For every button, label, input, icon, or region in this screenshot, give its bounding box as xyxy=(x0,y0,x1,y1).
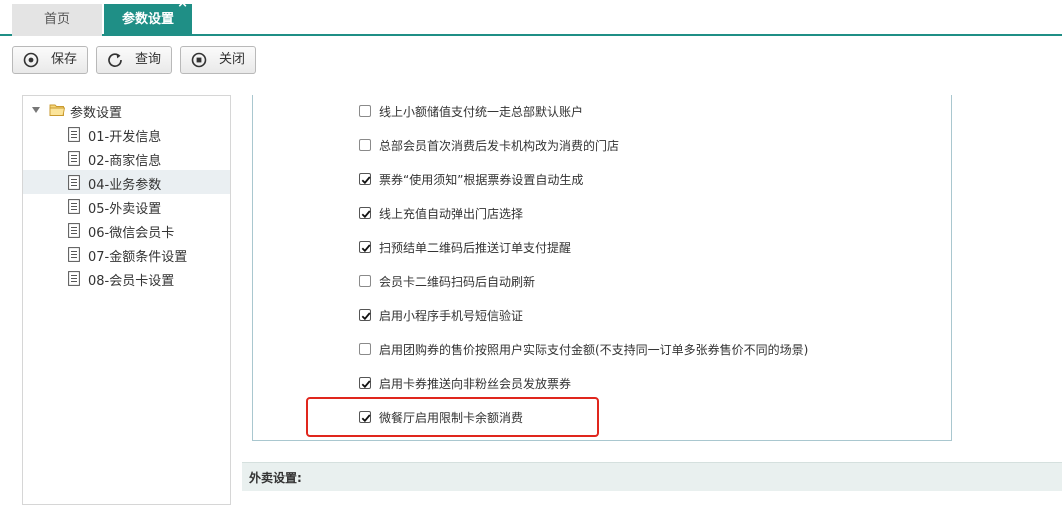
tree-item-business-params[interactable]: 04-业务参数 xyxy=(23,170,230,194)
save-button[interactable]: 保存 xyxy=(12,46,88,74)
option-label: 会员卡二维码扫码后自动刷新 xyxy=(379,275,536,289)
tree-item-label: 04-业务参数 xyxy=(88,178,162,193)
tree-item-amount-conditions[interactable]: 07-金额条件设置 xyxy=(23,242,230,266)
toolbar: 保存 查询 关闭 xyxy=(0,36,1062,84)
document-icon xyxy=(68,247,80,262)
tree-root-label: 参数设置 xyxy=(70,106,123,121)
option-label: 扫预结单二维码后推送订单支付提醒 xyxy=(379,241,572,255)
option-checkbox[interactable] xyxy=(359,139,371,151)
document-icon xyxy=(68,199,80,214)
query-button[interactable]: 查询 xyxy=(96,46,172,74)
section-title: 外卖设置: xyxy=(249,471,302,485)
tab-home[interactable]: 首页 xyxy=(12,4,102,36)
tree-item-label: 06-微信会员卡 xyxy=(88,226,175,241)
close-button-label: 关闭 xyxy=(219,52,246,67)
tree-item-label: 02-商家信息 xyxy=(88,154,162,169)
tree-item-label: 08-会员卡设置 xyxy=(88,274,175,289)
tree-item-member-card-settings[interactable]: 08-会员卡设置 xyxy=(23,266,230,290)
option-checkbox[interactable] xyxy=(359,173,371,185)
business-params-panel: 线上小额储值支付统一走总部默认账户 总部会员首次消费后发卡机构改为消费的门店 票… xyxy=(252,95,952,441)
option-checkbox[interactable] xyxy=(359,207,371,219)
option-label: 票券“使用须知”根据票券设置自动生成 xyxy=(379,173,584,187)
tree-item-dev-info[interactable]: 01-开发信息 xyxy=(23,122,230,146)
option-label: 线上充值自动弹出门店选择 xyxy=(379,207,524,221)
option-checkbox[interactable] xyxy=(359,275,371,287)
option-label: 启用小程序手机号短信验证 xyxy=(379,309,524,323)
tab-parameter-settings-label: 参数设置 xyxy=(121,12,174,27)
checkmark-icon xyxy=(361,380,371,389)
save-icon xyxy=(23,52,39,68)
checkmark-icon xyxy=(361,210,371,219)
query-button-label: 查询 xyxy=(135,52,162,67)
checkmark-icon xyxy=(361,312,371,321)
option-checkbox[interactable] xyxy=(359,309,371,321)
document-icon xyxy=(68,223,80,238)
tree-item-label: 05-外卖设置 xyxy=(88,202,162,217)
tree-item-merchant-info[interactable]: 02-商家信息 xyxy=(23,146,230,170)
option-checkbox[interactable] xyxy=(359,377,371,389)
tree-item-label: 07-金额条件设置 xyxy=(88,250,188,265)
tab-home-label: 首页 xyxy=(43,12,70,27)
tab-bar: 首页 参数设置 × xyxy=(0,0,1062,36)
close-button[interactable]: 关闭 xyxy=(180,46,256,74)
option-checkbox[interactable] xyxy=(359,105,371,117)
collapse-arrow-icon[interactable] xyxy=(32,107,40,113)
tab-parameter-settings[interactable]: 参数设置 × xyxy=(104,0,192,36)
option-label: 启用卡券推送向非粉丝会员发放票券 xyxy=(379,377,572,391)
highlight-box xyxy=(306,397,599,437)
option-label: 线上小额储值支付统一走总部默认账户 xyxy=(379,105,584,119)
tree-item-takeout-settings[interactable]: 05-外卖设置 xyxy=(23,194,230,218)
section-header: 外卖设置: xyxy=(242,462,1062,491)
folder-open-icon xyxy=(49,104,65,116)
document-icon xyxy=(68,127,80,142)
option-label: 总部会员首次消费后发卡机构改为消费的门店 xyxy=(379,139,620,153)
checkmark-icon xyxy=(361,244,371,253)
document-icon xyxy=(68,151,80,166)
stop-icon xyxy=(191,52,207,68)
document-icon xyxy=(68,271,80,286)
option-checkbox[interactable] xyxy=(359,241,371,253)
close-icon[interactable]: × xyxy=(177,0,188,12)
settings-tree: 参数设置 01-开发信息 02-商家信息 04-业务参数 05-外卖设置 06-… xyxy=(22,95,231,505)
tree-item-label: 01-开发信息 xyxy=(88,130,162,145)
save-button-label: 保存 xyxy=(51,52,78,67)
option-label: 启用团购券的售价按照用户实际支付金额(不支持同一订单多张券售价不同的场景) xyxy=(379,343,809,357)
tree-root[interactable]: 参数设置 xyxy=(23,98,230,122)
option-checkbox[interactable] xyxy=(359,343,371,355)
tree-item-wechat-card[interactable]: 06-微信会员卡 xyxy=(23,218,230,242)
refresh-icon xyxy=(108,53,122,68)
checkmark-icon xyxy=(361,176,371,185)
document-icon xyxy=(68,175,80,190)
